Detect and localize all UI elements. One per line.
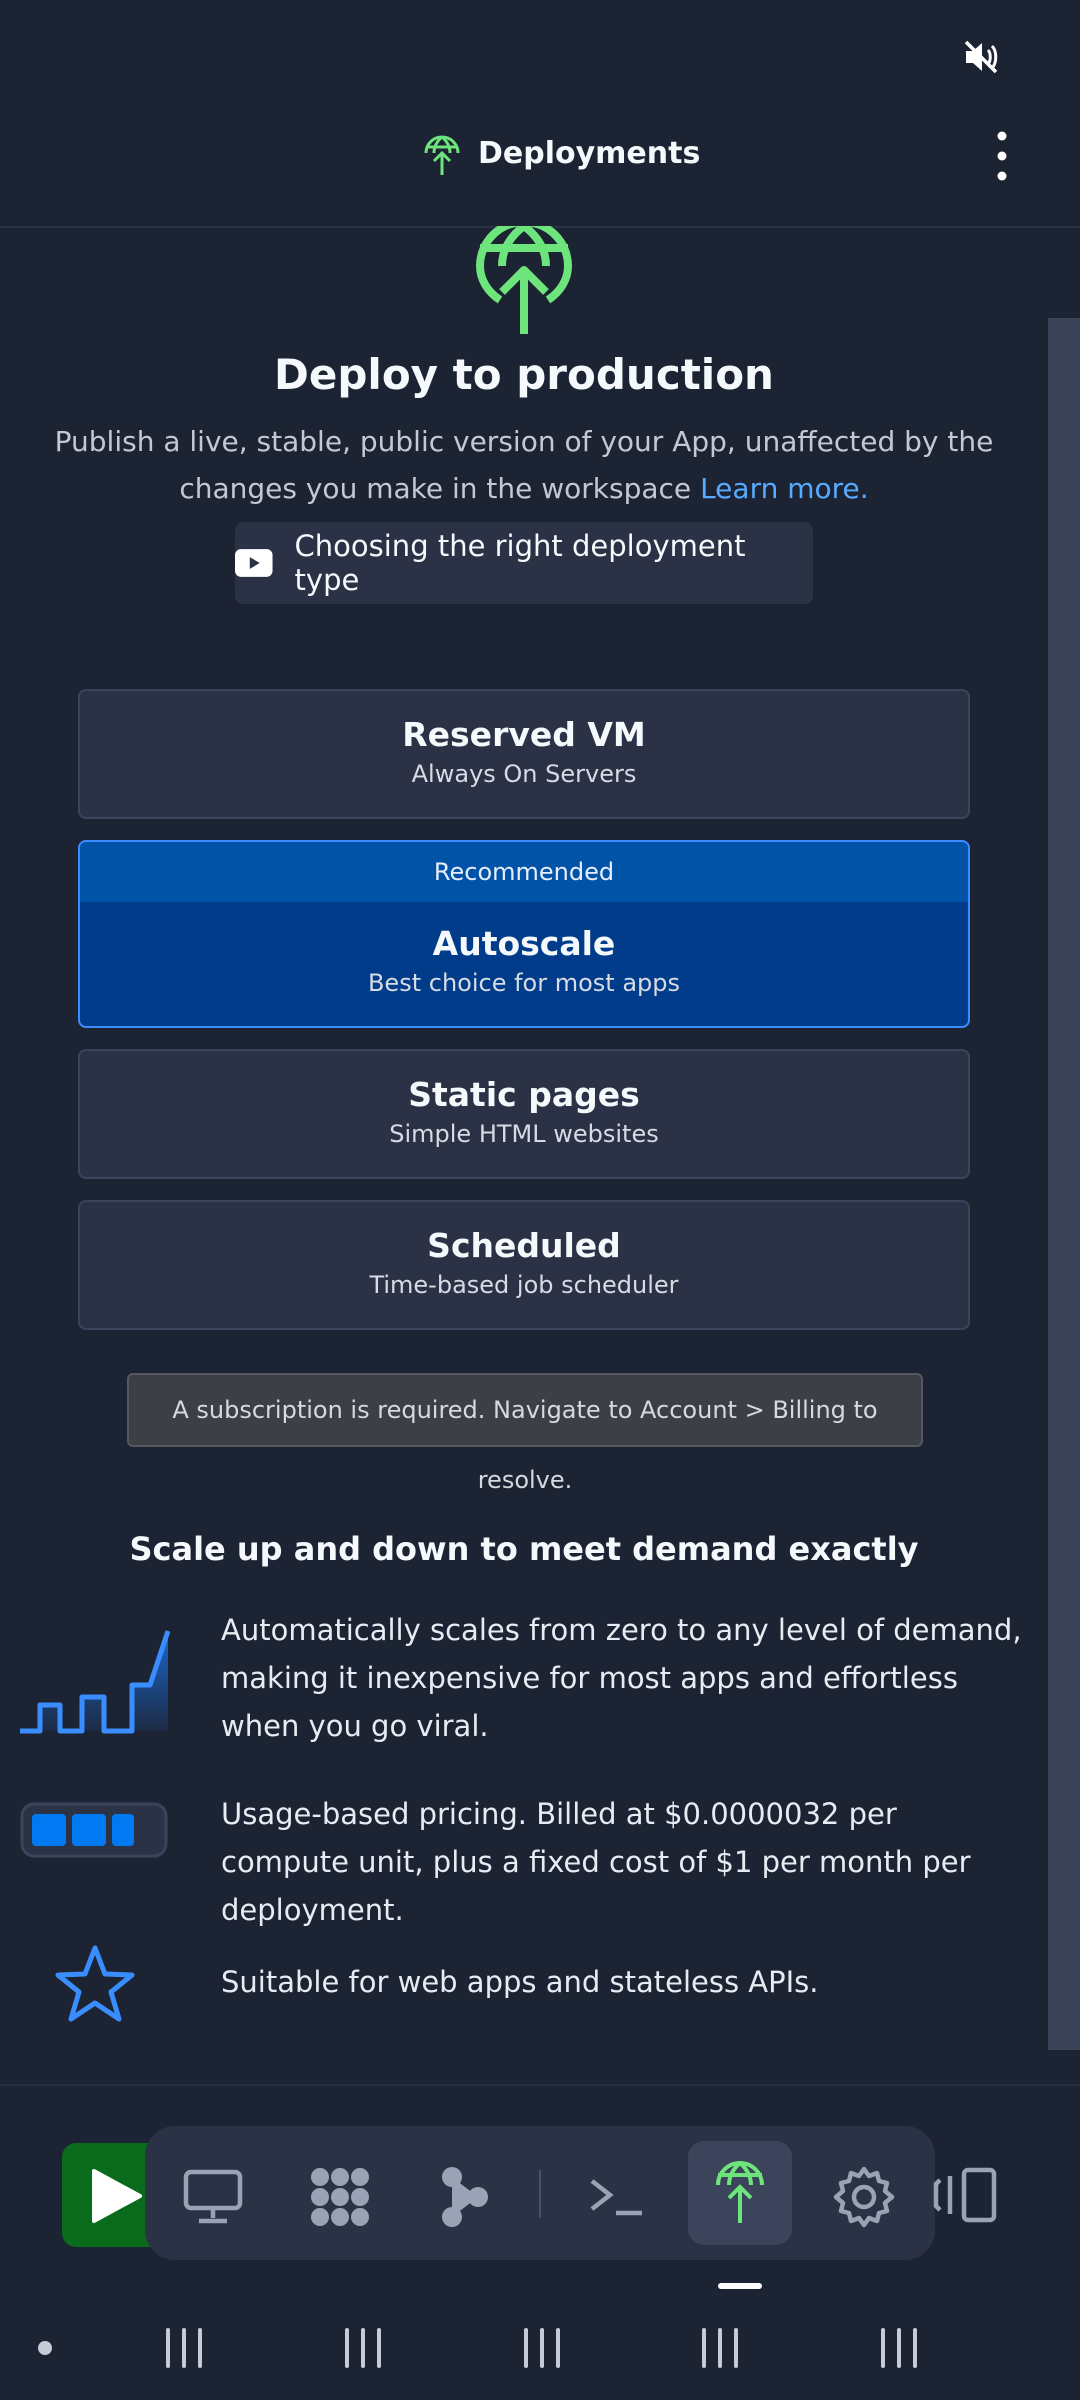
run-icon xyxy=(92,2169,142,2223)
learn-more-link[interactable]: Learn more. xyxy=(700,472,869,505)
nav-recents-icon[interactable] xyxy=(881,2328,917,2368)
option-autoscale[interactable]: Recommended Autoscale Best choice for mo… xyxy=(78,840,970,1028)
nav-recents-icon[interactable] xyxy=(702,2328,738,2368)
deployments-tool-button[interactable] xyxy=(688,2141,792,2245)
nav-recents-icon[interactable] xyxy=(345,2328,381,2368)
option-scheduled[interactable]: Scheduled Time-based job scheduler xyxy=(78,1200,970,1330)
settings-icon xyxy=(833,2166,895,2228)
tool-switcher-handle[interactable] xyxy=(718,2283,762,2289)
page-title: Deployments xyxy=(478,136,701,171)
packages-tool-button[interactable] xyxy=(290,2147,390,2247)
git-tool-button[interactable] xyxy=(415,2147,515,2247)
feature-text: Automatically scales from zero to any le… xyxy=(221,1613,1022,1743)
option-subtitle: Best choice for most apps xyxy=(367,969,681,997)
nav-dot-icon xyxy=(38,2341,52,2355)
option-title: Scheduled xyxy=(427,1226,621,1265)
nav-recents-icon[interactable] xyxy=(166,2328,202,2368)
scaling-chart-icon xyxy=(20,1630,170,1734)
option-subtitle: Simple HTML websites xyxy=(389,1120,659,1148)
webview-tool-button[interactable] xyxy=(163,2147,263,2247)
option-subtitle: Always On Servers xyxy=(411,760,637,788)
hero-title: Deploy to production xyxy=(274,350,774,399)
hero-description: Publish a live, stable, public version o… xyxy=(24,418,1024,512)
monitor-icon xyxy=(183,2169,243,2224)
packages-icon xyxy=(311,2168,369,2226)
battery-icon xyxy=(20,1802,168,1858)
deploy-globe-icon xyxy=(424,135,460,175)
subscription-notice: A subscription is required. Navigate to … xyxy=(127,1373,923,1494)
split-view-icon[interactable] xyxy=(932,2160,1002,2230)
shell-icon xyxy=(590,2179,642,2216)
settings-tool-button[interactable] xyxy=(814,2147,914,2247)
youtube-icon xyxy=(235,549,273,577)
option-title: Reserved VM xyxy=(402,715,646,754)
feature-text: Suitable for web apps and stateless APIs… xyxy=(221,1965,819,1999)
option-subtitle: Time-based job scheduler xyxy=(369,1271,679,1299)
nodes-icon xyxy=(442,2167,488,2227)
deployment-type-video-button[interactable]: Choosing the right deployment type xyxy=(235,522,813,604)
more-options-icon[interactable] xyxy=(986,128,1018,184)
recommended-badge: Recommended xyxy=(80,842,968,902)
toolbar-divider xyxy=(539,2170,541,2218)
star-icon xyxy=(55,1945,135,2022)
deploy-globe-icon xyxy=(476,226,572,334)
features-title: Scale up and down to meet demand exactly xyxy=(129,1530,919,1568)
option-title: Autoscale xyxy=(432,924,616,963)
mute-icon xyxy=(964,40,998,74)
scrollbar[interactable] xyxy=(1048,318,1080,2050)
video-button-label: Choosing the right deployment type xyxy=(294,529,746,597)
option-title: Static pages xyxy=(408,1075,640,1114)
option-reserved-vm[interactable]: Reserved VM Always On Servers xyxy=(78,689,970,819)
feature-text: Usage-based pricing. Billed at $0.000003… xyxy=(221,1797,971,1927)
nav-recents-icon[interactable] xyxy=(524,2328,560,2368)
option-static-pages[interactable]: Static pages Simple HTML websites xyxy=(78,1049,970,1179)
deploy-icon xyxy=(716,2161,764,2223)
shell-tool-button[interactable] xyxy=(566,2147,666,2247)
